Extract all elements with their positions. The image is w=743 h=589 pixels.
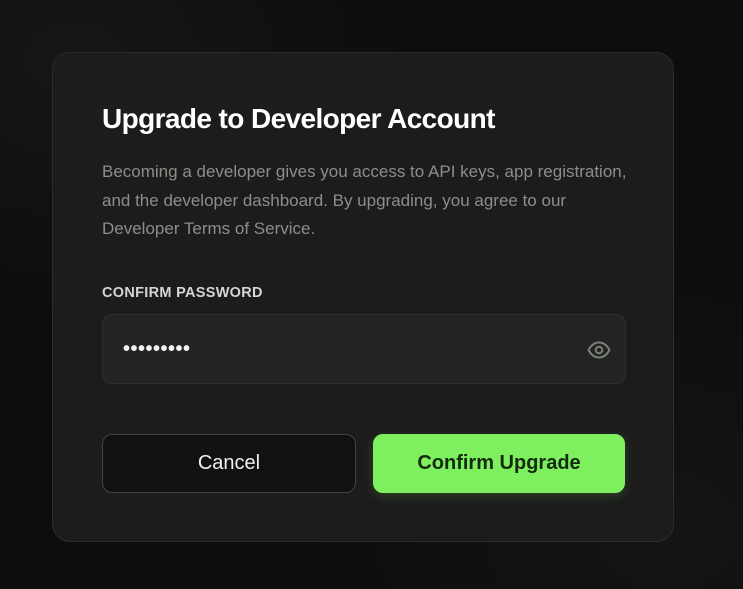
eye-icon[interactable] xyxy=(587,338,611,362)
password-field[interactable]: ••••••••• xyxy=(102,314,626,384)
dialog-description: Becoming a developer gives you access to… xyxy=(102,162,627,238)
password-label: CONFIRM PASSWORD xyxy=(102,285,263,301)
cancel-button[interactable]: Cancel xyxy=(102,434,356,493)
dialog-title: Upgrade to Developer Account xyxy=(102,103,496,134)
confirm-upgrade-button[interactable]: Confirm Upgrade xyxy=(373,434,625,493)
upgrade-dialog: Upgrade to Developer Account Becoming a … xyxy=(52,52,674,542)
password-input-value[interactable]: ••••••••• xyxy=(123,337,191,361)
